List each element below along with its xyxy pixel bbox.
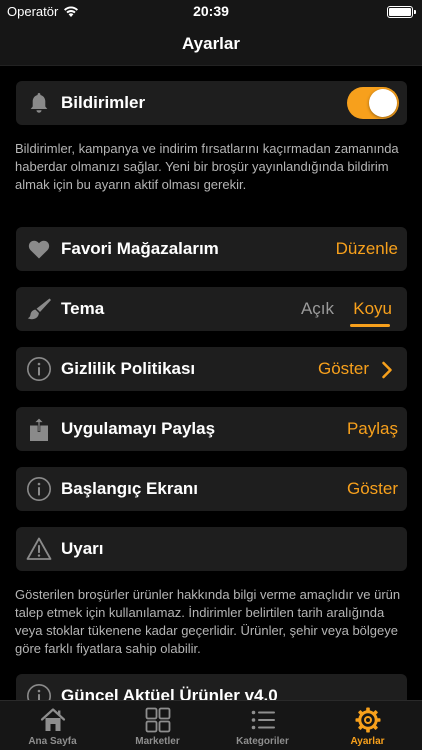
notifications-toggle[interactable] [347, 87, 399, 119]
toggle-knob [369, 89, 397, 117]
start-screen-row[interactable]: Başlangıç Ekranı Göster [16, 467, 407, 511]
bell-icon [30, 93, 48, 113]
settings-list[interactable]: Bildirimler Bildirimler, kampanya ve ind… [0, 66, 422, 700]
theme-row: Tema Açık Koyu [16, 287, 407, 331]
tab-markets[interactable]: Marketler [105, 701, 210, 750]
theme-selected-indicator [350, 324, 390, 327]
tab-settings-label: Ayarlar [350, 736, 385, 747]
tab-bar: Ana Sayfa Marketler Kategoriler Ayarlar [0, 700, 422, 750]
list-icon [251, 710, 275, 730]
version-row: Güncel Aktüel Ürünler v4.0 [16, 674, 407, 700]
info-icon [27, 357, 51, 381]
info-icon [27, 477, 51, 501]
tab-home[interactable]: Ana Sayfa [0, 701, 105, 750]
clock: 20:39 [193, 3, 229, 19]
favorites-label: Favori Mağazalarım [61, 239, 219, 258]
home-icon [40, 708, 66, 731]
privacy-row[interactable]: Gizlilik Politikası Göster [16, 347, 407, 391]
version-label: Güncel Aktüel Ürünler v4.0 [61, 686, 278, 700]
theme-option-dark[interactable]: Koyu [353, 299, 392, 319]
tab-home-label: Ana Sayfa [28, 736, 77, 747]
start-screen-label: Başlangıç Ekranı [61, 479, 199, 498]
paintbrush-icon [27, 298, 51, 320]
info-icon [27, 684, 51, 700]
notifications-description: Bildirimler, kampanya ve indirim fırsatl… [15, 141, 399, 192]
status-bar: Operatör 20:39 [0, 0, 422, 24]
tab-settings[interactable]: Ayarlar [315, 701, 420, 750]
show-privacy-link[interactable]: Göster [318, 359, 369, 379]
warning-description: Gösterilen broşürler ürünler hakkında bi… [15, 587, 401, 656]
page-title: Ayarlar [182, 34, 240, 53]
notifications-row: Bildirimler [16, 81, 407, 125]
navigation-bar: Ayarlar [0, 24, 422, 66]
favorites-row[interactable]: Favori Mağazalarım Düzenle [16, 227, 407, 271]
warning-row: Uyarı [16, 527, 407, 571]
battery-icon [387, 6, 416, 18]
notifications-label: Bildirimler [61, 93, 146, 112]
share-icon [30, 417, 48, 441]
theme-label: Tema [61, 299, 105, 318]
share-row[interactable]: Uygulamayı Paylaş Paylaş [16, 407, 407, 451]
share-label: Uygulamayı Paylaş [61, 419, 216, 438]
warning-label: Uyarı [61, 539, 104, 558]
tab-markets-label: Marketler [135, 736, 180, 747]
chevron-right-icon[interactable] [381, 361, 393, 379]
gear-icon [355, 707, 381, 733]
grid-icon [145, 707, 171, 733]
warning-icon [26, 537, 52, 560]
tab-categories[interactable]: Kategoriler [210, 701, 315, 750]
theme-option-light[interactable]: Açık [301, 299, 334, 319]
show-start-screen-link[interactable]: Göster [347, 479, 398, 499]
edit-favorites-link[interactable]: Düzenle [336, 239, 398, 259]
privacy-label: Gizlilik Politikası [61, 359, 196, 378]
share-app-link[interactable]: Paylaş [347, 419, 398, 439]
heart-icon [28, 240, 50, 259]
tab-categories-label: Kategoriler [236, 736, 289, 747]
